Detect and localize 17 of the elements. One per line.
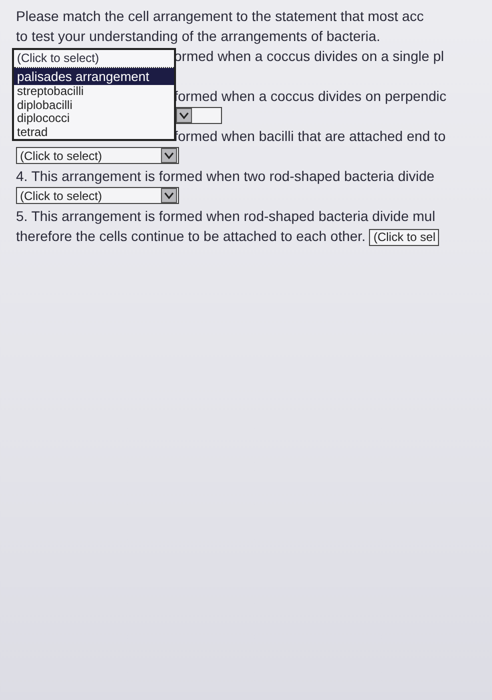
instruction-text: Please match the cell arrangement to the statement that most acc	[16, 7, 424, 26]
dropdown-option[interactable]: palisades arrangement	[14, 68, 174, 85]
dropdown-option[interactable]: diplococci	[14, 112, 174, 126]
dropdown-option[interactable]: tetrad	[14, 126, 174, 139]
caret-icon	[161, 148, 177, 163]
dropdown-option[interactable]: diplobacilli	[14, 98, 174, 112]
answer-dropdown[interactable]: (Click to select)	[16, 187, 179, 204]
statement-text: 4. This arrangement is formed when two rod-shaped bacteria divide	[16, 167, 434, 186]
dropdown-menu[interactable]: (Click to select) palisades arrangement streptobacilli diplobacilli diplococci tetrad	[12, 48, 176, 141]
instruction-text: to test your understanding of the arrangements of bacteria.	[16, 27, 380, 46]
caret-icon	[176, 108, 192, 123]
statement-text: therefore the cells continue to be attached to each other.	[16, 228, 366, 244]
statement-text: 5. This arrangement is formed when rod-shaped bacteria divide mul	[16, 207, 436, 226]
answer-dropdown[interactable]: (Click to sel	[369, 228, 440, 246]
caret-icon	[161, 188, 177, 203]
answer-dropdown[interactable]: (Click to select)	[16, 147, 179, 164]
dropdown-option[interactable]: streptobacilli	[14, 85, 174, 98]
